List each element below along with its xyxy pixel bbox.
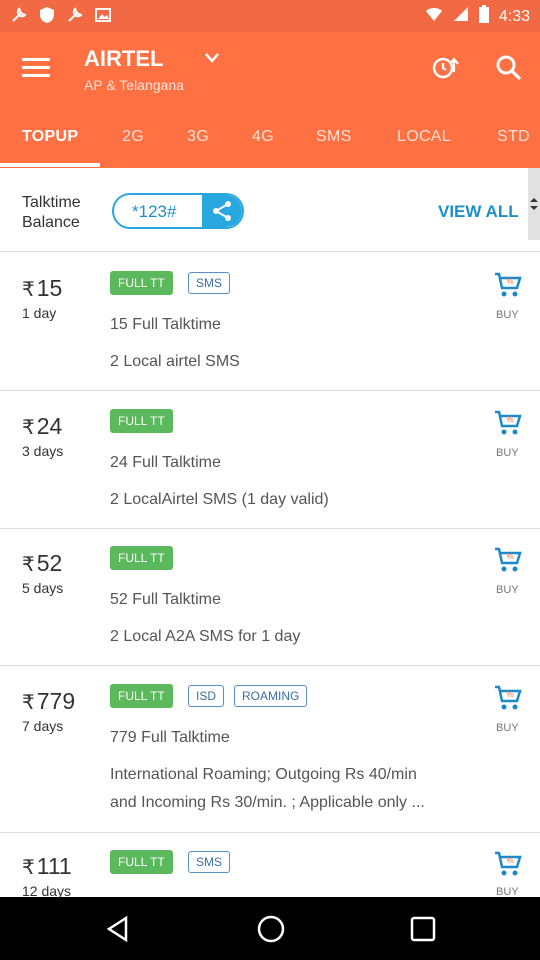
badge-roaming: ROAMING [234,685,308,707]
svg-text:%: % [506,856,513,865]
security-icon [38,6,56,24]
chevron-down-icon[interactable] [204,51,220,63]
tab-4g[interactable]: 4G [252,128,274,146]
svg-text:%: % [506,277,513,286]
plan-description: 2 LocalAirtel SMS (1 day valid) [110,491,329,508]
svg-text:%: % [506,415,513,424]
buy-button[interactable]: BUY [496,309,519,321]
menu-icon[interactable] [22,58,50,78]
active-tab-indicator [0,163,100,167]
badge-full-tt: FULL TT [110,271,173,295]
badge-sms: SMS [188,851,231,873]
buy-button[interactable]: BUY [496,722,519,734]
status-bar: 4:33 [0,0,540,32]
tab-3g[interactable]: 3G [187,128,209,146]
cart-icon[interactable]: % [494,851,522,877]
tab-sms[interactable]: SMS [316,128,352,146]
plan-description: International Roaming; Outgoing Rs 40/mi… [110,766,425,811]
badge-full-tt: FULL TT [110,684,173,708]
plan-price: ₹111 [22,853,72,879]
badge-full-tt: FULL TT [110,409,173,433]
search-icon[interactable] [494,53,524,83]
clock-time: 4:33 [498,7,530,25]
plan-title: 779 Full Talktime [110,729,230,746]
tab-2g[interactable]: 2G [122,128,144,146]
plan-validity: 1 day [22,305,57,321]
system-nav-bar [0,897,540,960]
divider [0,251,540,252]
gallery-icon [94,6,112,24]
scroll-toggle[interactable] [528,168,540,240]
ussd-code: *123# [132,202,177,221]
plan-price: ₹52 [22,550,63,576]
tools-icon [10,6,28,24]
plan-price: ₹24 [22,413,63,439]
buy-button[interactable]: BUY [496,584,519,596]
divider [0,528,540,529]
buy-button[interactable]: BUY [496,447,519,459]
plan-description: 2 Local A2A SMS for 1 day [110,628,301,645]
plan-validity: 3 days [22,443,64,459]
badge-full-tt: FULL TT [110,850,173,874]
tab-topup[interactable]: TOPUP [22,128,78,146]
wifi-icon [425,6,443,27]
tab-std[interactable]: STD [497,128,530,146]
cart-icon[interactable]: % [494,685,522,711]
battery-icon [478,5,489,28]
plan-validity: 7 days [22,718,64,734]
tools-icon-2 [66,6,84,24]
operator-name[interactable]: AIRTEL [84,46,163,72]
plan-description: 2 Local airtel SMS [110,353,240,370]
signal-icon [453,6,469,27]
cart-icon[interactable]: % [494,547,522,573]
plan-price: ₹15 [22,275,63,301]
divider [0,832,540,833]
back-icon[interactable] [104,915,132,948]
badge-sms: SMS [188,272,231,294]
plan-price: ₹779 [22,688,76,714]
recents-icon[interactable] [410,916,436,947]
recharge-history-icon[interactable] [430,52,460,82]
share-icon[interactable] [202,195,242,227]
plan-title: 52 Full Talktime [110,591,221,608]
plan-title: 24 Full Talktime [110,454,221,471]
svg-text:%: % [506,552,513,561]
home-icon[interactable] [256,914,286,949]
cart-icon[interactable]: % [494,272,522,298]
circle-name[interactable]: AP & Telangana [84,77,184,93]
ussd-code-button[interactable]: *123# [112,193,244,229]
tab-local[interactable]: LOCAL [397,128,451,146]
badge-full-tt: FULL TT [110,546,173,570]
badge-isd: ISD [188,685,225,707]
divider [0,665,540,666]
plan-title: 15 Full Talktime [110,316,221,333]
plan-validity: 5 days [22,580,64,596]
divider [0,390,540,391]
view-all-link[interactable]: VIEW ALL [438,202,519,222]
talktime-balance-label: Talktime Balance [22,194,81,231]
svg-text:%: % [506,690,513,699]
cart-icon[interactable]: % [494,410,522,436]
